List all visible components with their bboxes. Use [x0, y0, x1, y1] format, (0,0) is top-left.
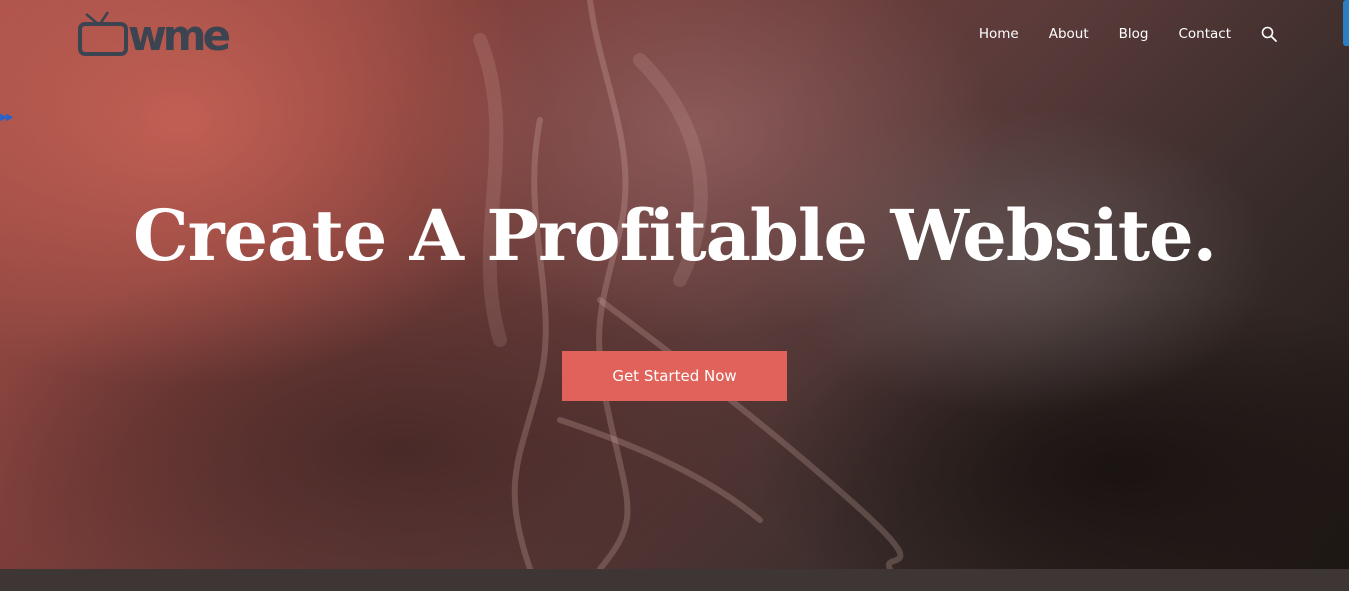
- nav-item-about[interactable]: About: [1049, 24, 1089, 44]
- nav-item-contact[interactable]: Contact: [1178, 24, 1231, 44]
- tv-icon: [78, 11, 128, 56]
- logo-text: wme: [128, 11, 231, 60]
- nav-item-home[interactable]: Home: [979, 24, 1019, 44]
- next-section-band: [0, 569, 1349, 591]
- search-icon[interactable]: [1261, 26, 1277, 42]
- logo[interactable]: wme: [74, 10, 239, 60]
- hero-headline: Create A Profitable Website.: [132, 194, 1217, 277]
- main-nav: Home About Blog Contact: [949, 24, 1277, 44]
- side-panel-tab[interactable]: [1343, 0, 1349, 46]
- nav-item-blog[interactable]: Blog: [1119, 24, 1149, 44]
- hero-section: wme Home About Blog Contact ▶▶ Create A …: [0, 0, 1349, 569]
- get-started-button[interactable]: Get Started Now: [562, 351, 787, 401]
- skip-arrows-icon[interactable]: ▶▶: [0, 112, 13, 124]
